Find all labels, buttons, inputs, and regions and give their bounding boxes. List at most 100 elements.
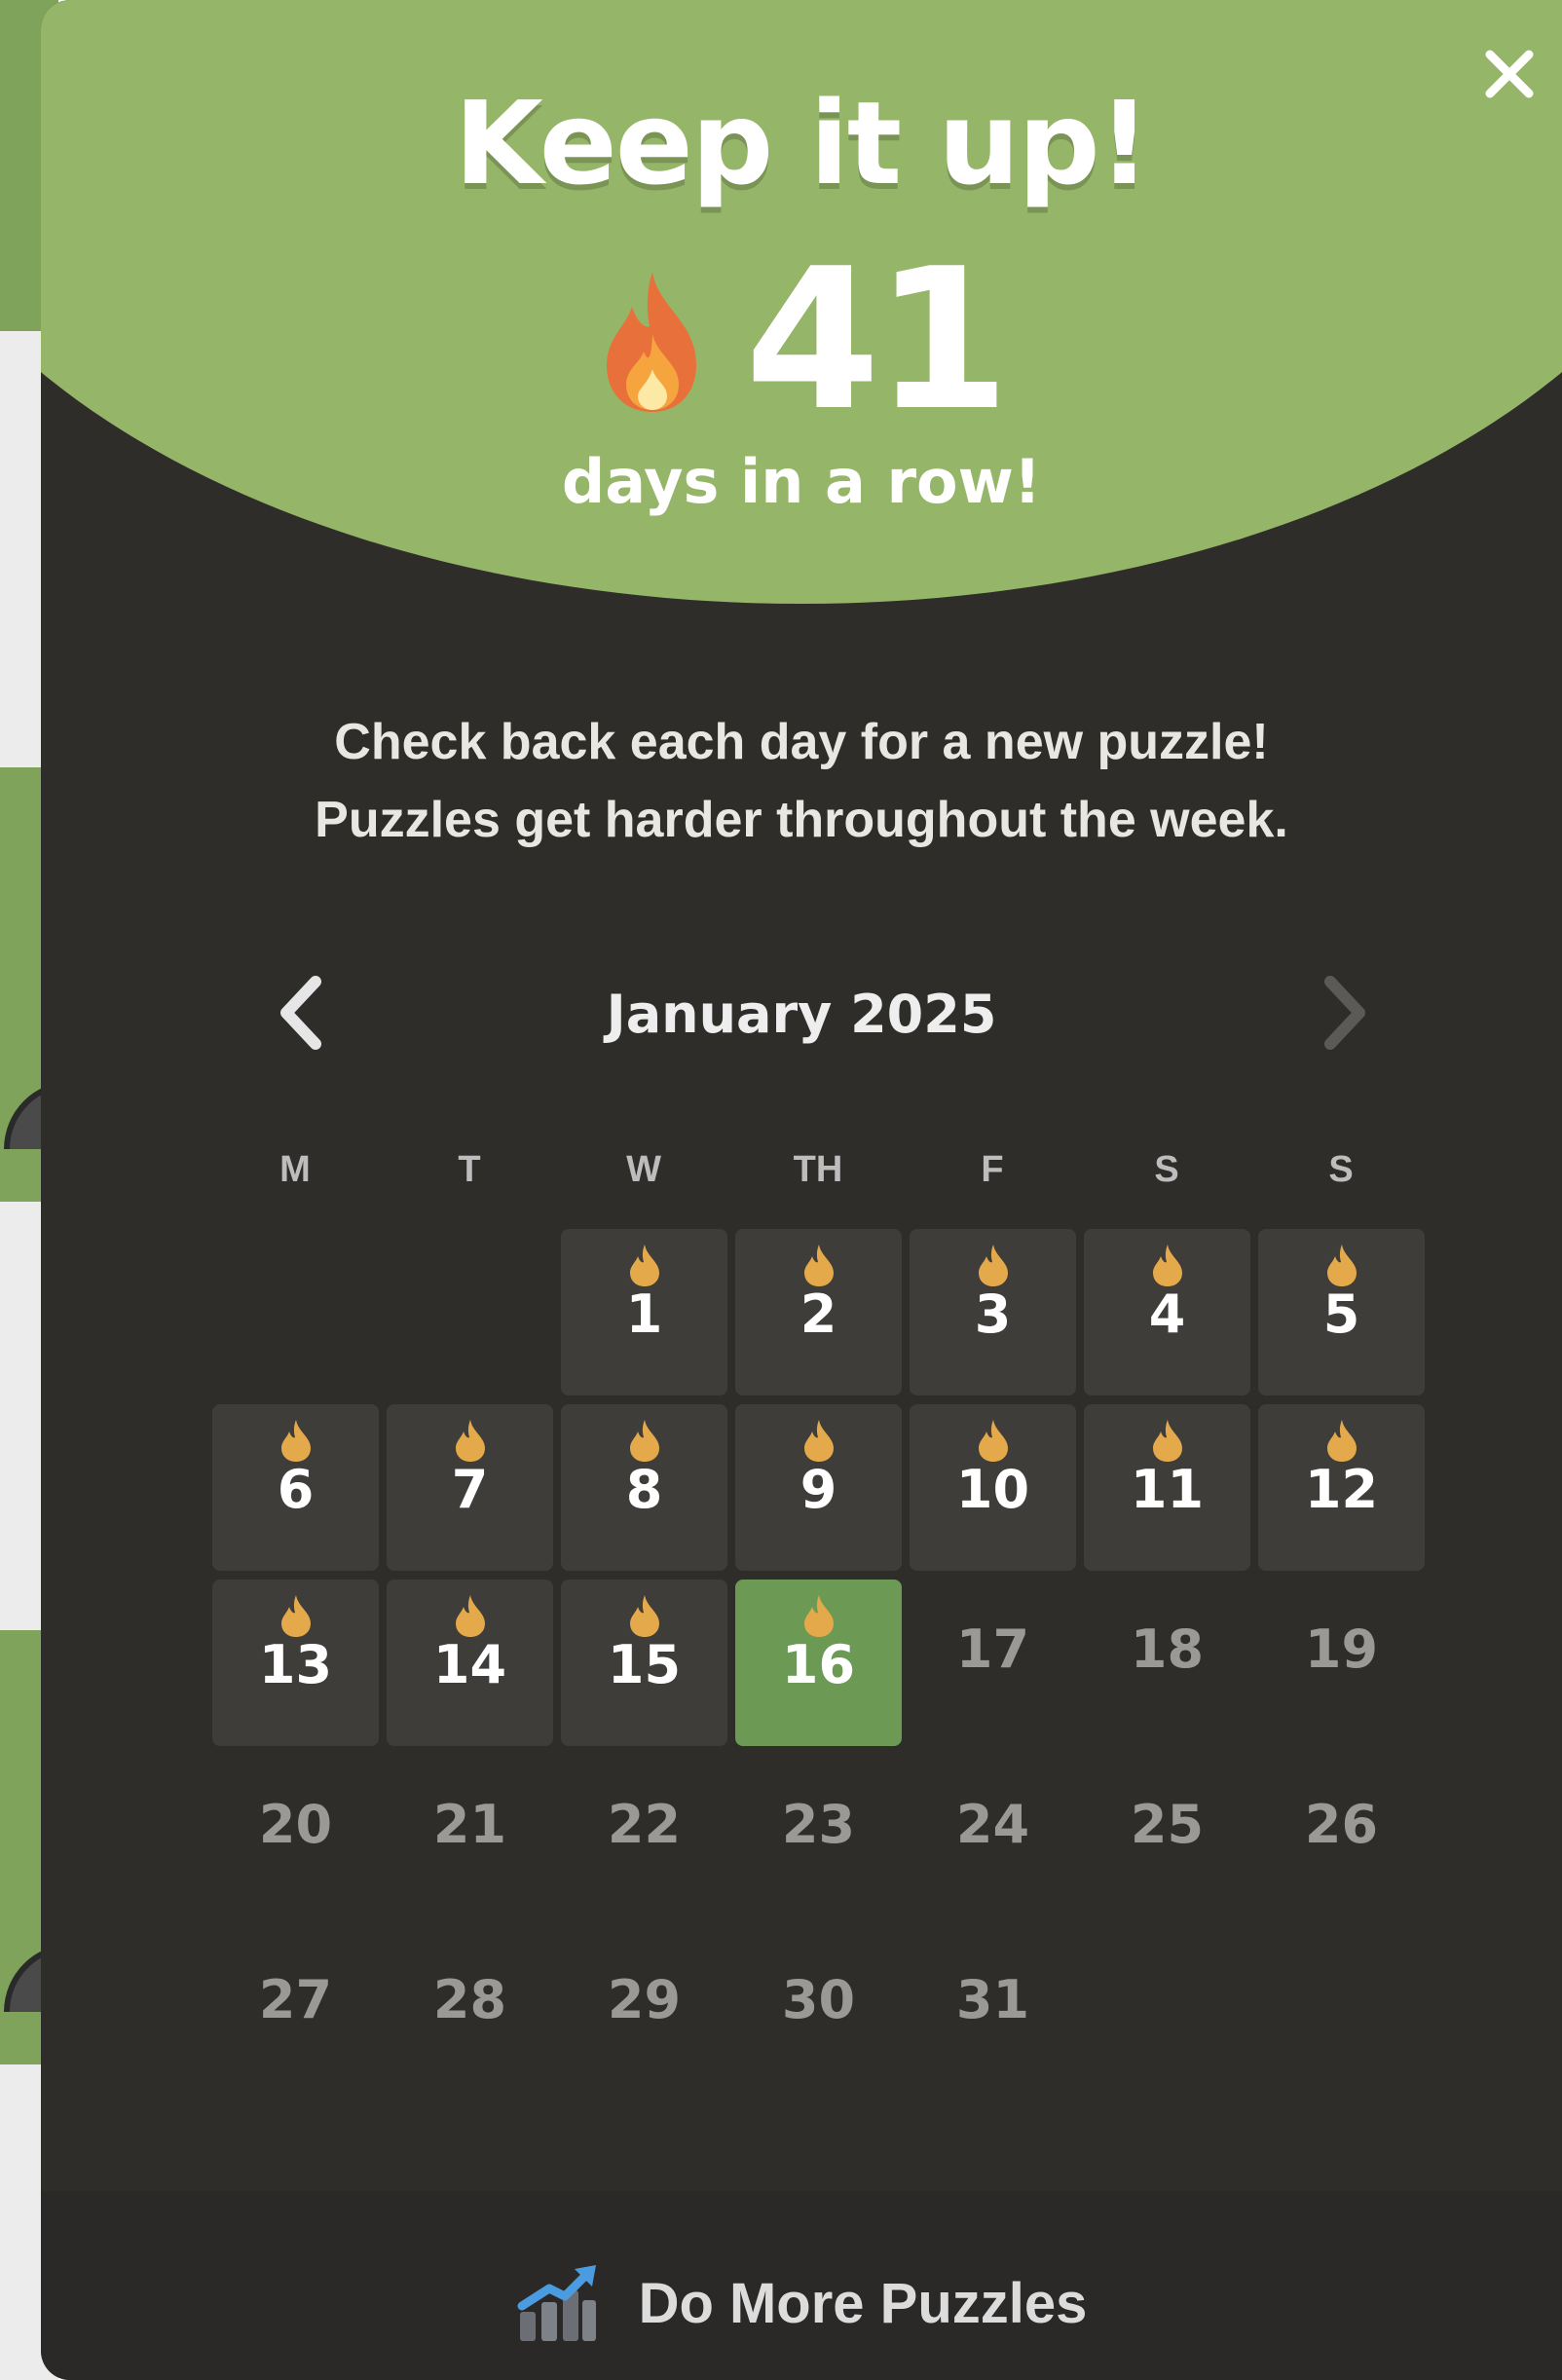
day-number: 24 [955,1794,1030,1855]
day-number: 8 [625,1459,663,1520]
calendar-day[interactable]: 14 [387,1580,553,1746]
day-number: 17 [955,1618,1030,1680]
streak-caption: days in a row! [561,446,1042,517]
flame-icon [804,1595,834,1637]
calendar-day: 19 [1258,1580,1425,1746]
day-number: 15 [607,1634,682,1695]
day-number: 12 [1304,1459,1379,1520]
weekday-label: T [458,1149,481,1190]
calendar-day: 23 [735,1755,902,1921]
calendar-day: 22 [561,1755,727,1921]
footer: Do More Puzzles [41,2191,1562,2380]
weekday-label: TH [793,1149,843,1190]
flame-icon [804,1420,834,1462]
weekday-label: M [279,1149,311,1190]
chevron-right-icon [1324,976,1365,1050]
flame-icon [456,1595,485,1637]
day-number: 27 [258,1969,333,2030]
calendar-day: 17 [910,1580,1076,1746]
flame-icon [630,1595,659,1637]
do-more-puzzles-label: Do More Puzzles [638,2271,1088,2335]
calendar-day: 26 [1258,1755,1425,1921]
day-number: 13 [258,1634,333,1695]
calendar-day: 28 [387,1930,553,2097]
day-number: 31 [955,1969,1030,2030]
modal-title: Keep it up! [454,76,1150,210]
info-message: Check back each day for a new puzzle! Pu… [41,703,1562,859]
calendar-day[interactable]: 13 [212,1580,379,1746]
calendar-day[interactable]: 5 [1258,1229,1425,1395]
flame-icon [979,1420,1008,1462]
calendar-day: 24 [910,1755,1076,1921]
day-number: 28 [432,1969,507,2030]
day-number: 19 [1304,1618,1379,1680]
weekday-label: W [626,1149,661,1190]
day-number: 18 [1130,1618,1205,1680]
calendar-day[interactable]: 9 [735,1404,902,1571]
calendar-day[interactable]: 6 [212,1404,379,1571]
chart-increasing-icon [517,2265,596,2341]
flame-icon [281,1420,311,1462]
day-number: 23 [781,1794,856,1855]
streak-counter: 41 [41,243,1562,438]
info-line-2: Puzzles get harder throughout the week. [315,792,1288,848]
day-number: 26 [1304,1794,1379,1855]
flame-icon [1153,1420,1182,1462]
day-number: 7 [451,1459,489,1520]
day-number: 22 [607,1794,682,1855]
day-number: 30 [781,1969,856,2030]
day-number: 14 [432,1634,507,1695]
fire-icon [599,268,706,414]
weekday-label: F [981,1149,1004,1190]
weekday-label: S [1328,1149,1354,1190]
day-number: 3 [974,1283,1012,1345]
day-number: 21 [432,1794,507,1855]
calendar-day[interactable]: 7 [387,1404,553,1571]
calendar-day[interactable]: 4 [1084,1229,1250,1395]
calendar-day: 29 [561,1930,727,2097]
calendar-day: 25 [1084,1755,1250,1921]
flame-icon [630,1245,659,1286]
streak-count: 41 [744,227,1010,454]
day-number: 2 [800,1283,837,1345]
month-navigation: January 2025 [41,964,1562,1061]
day-number: 5 [1322,1283,1360,1345]
calendar-day[interactable]: 15 [561,1580,727,1746]
calendar-day: 27 [212,1930,379,2097]
calendar-day[interactable]: 12 [1258,1404,1425,1571]
day-number: 25 [1130,1794,1205,1855]
weekday-label: S [1154,1149,1179,1190]
day-number: 11 [1130,1459,1205,1520]
day-number: 10 [955,1459,1030,1520]
calendar-day[interactable]: 10 [910,1404,1076,1571]
streak-modal: Keep it up! 41 days in a row! Check back… [41,0,1562,2380]
calendar-day[interactable]: 8 [561,1404,727,1571]
do-more-puzzles-button[interactable]: Do More Puzzles [41,2250,1562,2357]
flame-icon [456,1420,485,1462]
calendar-day: 30 [735,1930,902,2097]
calendar-day-today[interactable]: 16 [735,1580,902,1746]
flame-icon [804,1245,834,1286]
info-line-1: Check back each day for a new puzzle! [334,714,1269,770]
day-number: 6 [277,1459,315,1520]
calendar-day[interactable]: 2 [735,1229,902,1395]
weekday-header: M T W TH F S S [212,1149,1439,1208]
next-month-button[interactable] [1295,964,1393,1061]
flame-icon [1153,1245,1182,1286]
flame-icon [630,1420,659,1462]
calendar-day: 21 [387,1755,553,1921]
calendar-day: 31 [910,1930,1076,2097]
day-number: 1 [625,1283,663,1345]
day-number: 9 [800,1459,837,1520]
day-number: 20 [258,1794,333,1855]
calendar-day[interactable]: 11 [1084,1404,1250,1571]
calendar-day[interactable]: 1 [561,1229,727,1395]
flame-icon [1327,1245,1357,1286]
calendar-day: 20 [212,1755,379,1921]
day-number: 29 [607,1969,682,2030]
calendar-day: 18 [1084,1580,1250,1746]
flame-icon [1327,1420,1357,1462]
flame-icon [281,1595,311,1637]
day-number: 16 [781,1634,856,1695]
calendar-day[interactable]: 3 [910,1229,1076,1395]
